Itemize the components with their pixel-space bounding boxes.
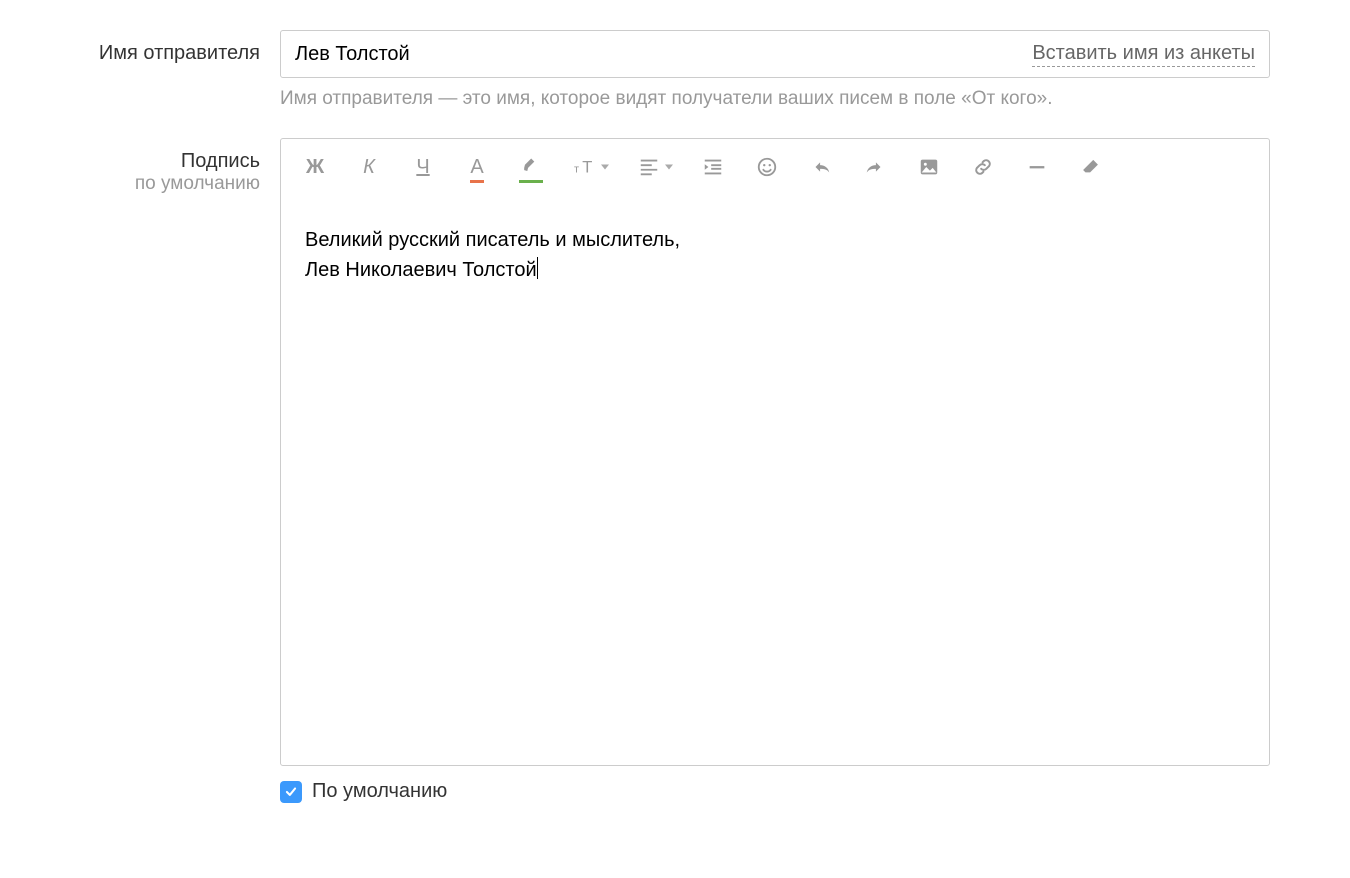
chevron-down-icon bbox=[601, 165, 609, 170]
eraser-icon bbox=[1080, 156, 1102, 178]
default-checkbox-label: По умолчанию bbox=[312, 780, 447, 803]
svg-text:Т: Т bbox=[582, 159, 592, 177]
font-size-button[interactable]: т Т bbox=[571, 153, 599, 181]
align-button[interactable] bbox=[635, 153, 663, 181]
emoji-icon bbox=[756, 156, 778, 178]
check-icon bbox=[284, 785, 298, 799]
image-button[interactable] bbox=[915, 153, 943, 181]
redo-icon bbox=[864, 156, 886, 178]
italic-icon: К bbox=[363, 156, 375, 179]
bold-button[interactable]: Ж bbox=[301, 153, 329, 181]
font-size-icon: т Т bbox=[574, 156, 596, 178]
align-icon bbox=[638, 156, 660, 178]
highlight-button[interactable] bbox=[517, 153, 545, 181]
horizontal-rule-button[interactable] bbox=[1023, 153, 1051, 181]
sender-label-text: Имя отправителя bbox=[99, 42, 260, 64]
signature-editor: Ж К Ч А bbox=[280, 138, 1270, 766]
image-icon bbox=[918, 156, 940, 178]
text-color-underline-icon bbox=[470, 180, 483, 183]
signature-line2: Лев Николаевич Толстой bbox=[305, 255, 1245, 285]
italic-button[interactable]: К bbox=[355, 153, 383, 181]
signature-label-line1: Подпись bbox=[40, 150, 260, 173]
sender-name-label: Имя отправителя bbox=[40, 30, 280, 65]
minus-icon bbox=[1026, 156, 1048, 178]
sender-name-row: Имя отправителя Вставить имя из анкеты И… bbox=[40, 30, 1310, 130]
sender-hint: Имя отправителя — это имя, которое видят… bbox=[280, 88, 1270, 110]
text-color-button[interactable]: А bbox=[463, 153, 491, 181]
editor-toolbar: Ж К Ч А bbox=[281, 139, 1269, 195]
chevron-down-icon bbox=[665, 165, 673, 170]
emoji-button[interactable] bbox=[753, 153, 781, 181]
underline-button[interactable]: Ч bbox=[409, 153, 437, 181]
redo-button[interactable] bbox=[861, 153, 889, 181]
sender-name-input-wrap: Вставить имя из анкеты bbox=[280, 30, 1270, 78]
svg-text:т: т bbox=[574, 164, 579, 176]
underline-icon: Ч bbox=[416, 156, 429, 179]
bold-icon: Ж bbox=[306, 156, 324, 179]
highlight-underline-icon bbox=[519, 180, 543, 183]
signature-line1: Великий русский писатель и мыслитель, bbox=[305, 225, 1245, 255]
signature-textarea[interactable]: Великий русский писатель и мыслитель, Ле… bbox=[281, 195, 1269, 765]
text-cursor bbox=[537, 257, 538, 279]
clear-format-button[interactable] bbox=[1077, 153, 1105, 181]
link-icon bbox=[972, 156, 994, 178]
undo-button[interactable] bbox=[807, 153, 835, 181]
signature-label: Подпись по умолчанию bbox=[40, 138, 280, 195]
text-color-icon: А bbox=[470, 156, 483, 179]
signature-row: Подпись по умолчанию Ж К Ч А bbox=[40, 138, 1310, 803]
default-checkbox[interactable] bbox=[280, 781, 302, 803]
outdent-icon bbox=[702, 156, 724, 178]
undo-icon bbox=[810, 156, 832, 178]
link-button[interactable] bbox=[969, 153, 997, 181]
signature-label-line2: по умолчанию bbox=[40, 173, 260, 195]
highlight-icon bbox=[520, 156, 542, 178]
insert-name-link[interactable]: Вставить имя из анкеты bbox=[1032, 42, 1255, 67]
outdent-button[interactable] bbox=[699, 153, 727, 181]
default-checkbox-row: По умолчанию bbox=[280, 780, 1270, 803]
sender-name-input[interactable] bbox=[295, 31, 1032, 77]
